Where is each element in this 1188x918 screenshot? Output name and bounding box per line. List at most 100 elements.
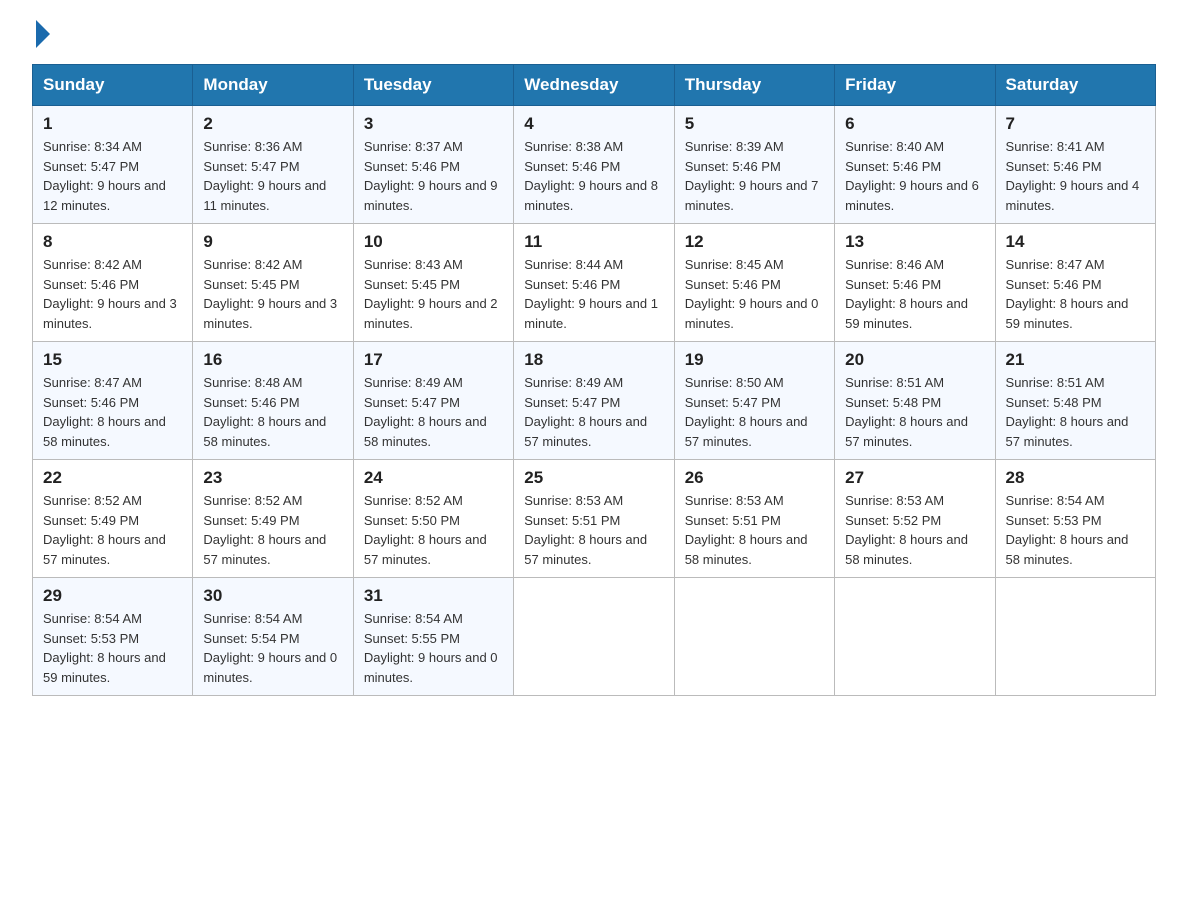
calendar-cell: 20 Sunrise: 8:51 AMSunset: 5:48 PMDaylig… (835, 342, 995, 460)
day-number: 14 (1006, 232, 1145, 252)
calendar-cell: 24 Sunrise: 8:52 AMSunset: 5:50 PMDaylig… (353, 460, 513, 578)
day-info: Sunrise: 8:50 AMSunset: 5:47 PMDaylight:… (685, 375, 808, 449)
day-info: Sunrise: 8:40 AMSunset: 5:46 PMDaylight:… (845, 139, 979, 213)
day-number: 15 (43, 350, 182, 370)
calendar-cell: 30 Sunrise: 8:54 AMSunset: 5:54 PMDaylig… (193, 578, 353, 696)
day-number: 17 (364, 350, 503, 370)
day-info: Sunrise: 8:51 AMSunset: 5:48 PMDaylight:… (1006, 375, 1129, 449)
day-number: 20 (845, 350, 984, 370)
calendar-cell: 3 Sunrise: 8:37 AMSunset: 5:46 PMDayligh… (353, 106, 513, 224)
day-info: Sunrise: 8:36 AMSunset: 5:47 PMDaylight:… (203, 139, 326, 213)
calendar-cell: 14 Sunrise: 8:47 AMSunset: 5:46 PMDaylig… (995, 224, 1155, 342)
day-info: Sunrise: 8:42 AMSunset: 5:45 PMDaylight:… (203, 257, 337, 331)
calendar-cell: 31 Sunrise: 8:54 AMSunset: 5:55 PMDaylig… (353, 578, 513, 696)
day-number: 19 (685, 350, 824, 370)
day-info: Sunrise: 8:52 AMSunset: 5:50 PMDaylight:… (364, 493, 487, 567)
day-number: 1 (43, 114, 182, 134)
day-number: 8 (43, 232, 182, 252)
calendar-cell: 13 Sunrise: 8:46 AMSunset: 5:46 PMDaylig… (835, 224, 995, 342)
day-info: Sunrise: 8:53 AMSunset: 5:52 PMDaylight:… (845, 493, 968, 567)
calendar-cell: 11 Sunrise: 8:44 AMSunset: 5:46 PMDaylig… (514, 224, 674, 342)
day-info: Sunrise: 8:47 AMSunset: 5:46 PMDaylight:… (1006, 257, 1129, 331)
calendar-cell: 16 Sunrise: 8:48 AMSunset: 5:46 PMDaylig… (193, 342, 353, 460)
logo (32, 24, 50, 48)
calendar-header-sunday: Sunday (33, 65, 193, 106)
calendar-table: SundayMondayTuesdayWednesdayThursdayFrid… (32, 64, 1156, 696)
calendar-header-row: SundayMondayTuesdayWednesdayThursdayFrid… (33, 65, 1156, 106)
calendar-cell (514, 578, 674, 696)
calendar-header-saturday: Saturday (995, 65, 1155, 106)
day-info: Sunrise: 8:54 AMSunset: 5:54 PMDaylight:… (203, 611, 337, 685)
day-info: Sunrise: 8:46 AMSunset: 5:46 PMDaylight:… (845, 257, 968, 331)
calendar-cell: 21 Sunrise: 8:51 AMSunset: 5:48 PMDaylig… (995, 342, 1155, 460)
calendar-week-row: 15 Sunrise: 8:47 AMSunset: 5:46 PMDaylig… (33, 342, 1156, 460)
calendar-cell: 5 Sunrise: 8:39 AMSunset: 5:46 PMDayligh… (674, 106, 834, 224)
calendar-cell: 8 Sunrise: 8:42 AMSunset: 5:46 PMDayligh… (33, 224, 193, 342)
day-info: Sunrise: 8:37 AMSunset: 5:46 PMDaylight:… (364, 139, 498, 213)
day-info: Sunrise: 8:51 AMSunset: 5:48 PMDaylight:… (845, 375, 968, 449)
day-info: Sunrise: 8:54 AMSunset: 5:55 PMDaylight:… (364, 611, 498, 685)
calendar-cell: 19 Sunrise: 8:50 AMSunset: 5:47 PMDaylig… (674, 342, 834, 460)
day-number: 22 (43, 468, 182, 488)
calendar-cell: 17 Sunrise: 8:49 AMSunset: 5:47 PMDaylig… (353, 342, 513, 460)
day-number: 24 (364, 468, 503, 488)
day-info: Sunrise: 8:34 AMSunset: 5:47 PMDaylight:… (43, 139, 166, 213)
day-info: Sunrise: 8:53 AMSunset: 5:51 PMDaylight:… (524, 493, 647, 567)
day-number: 31 (364, 586, 503, 606)
calendar-cell (674, 578, 834, 696)
calendar-header-friday: Friday (835, 65, 995, 106)
calendar-cell: 1 Sunrise: 8:34 AMSunset: 5:47 PMDayligh… (33, 106, 193, 224)
day-info: Sunrise: 8:49 AMSunset: 5:47 PMDaylight:… (364, 375, 487, 449)
calendar-week-row: 8 Sunrise: 8:42 AMSunset: 5:46 PMDayligh… (33, 224, 1156, 342)
day-number: 3 (364, 114, 503, 134)
day-number: 30 (203, 586, 342, 606)
day-info: Sunrise: 8:42 AMSunset: 5:46 PMDaylight:… (43, 257, 177, 331)
day-number: 26 (685, 468, 824, 488)
calendar-cell: 25 Sunrise: 8:53 AMSunset: 5:51 PMDaylig… (514, 460, 674, 578)
day-info: Sunrise: 8:52 AMSunset: 5:49 PMDaylight:… (203, 493, 326, 567)
day-info: Sunrise: 8:49 AMSunset: 5:47 PMDaylight:… (524, 375, 647, 449)
day-info: Sunrise: 8:54 AMSunset: 5:53 PMDaylight:… (1006, 493, 1129, 567)
day-number: 23 (203, 468, 342, 488)
calendar-cell (995, 578, 1155, 696)
calendar-week-row: 22 Sunrise: 8:52 AMSunset: 5:49 PMDaylig… (33, 460, 1156, 578)
day-number: 7 (1006, 114, 1145, 134)
day-info: Sunrise: 8:47 AMSunset: 5:46 PMDaylight:… (43, 375, 166, 449)
day-number: 4 (524, 114, 663, 134)
calendar-cell: 9 Sunrise: 8:42 AMSunset: 5:45 PMDayligh… (193, 224, 353, 342)
calendar-cell: 15 Sunrise: 8:47 AMSunset: 5:46 PMDaylig… (33, 342, 193, 460)
calendar-cell: 6 Sunrise: 8:40 AMSunset: 5:46 PMDayligh… (835, 106, 995, 224)
calendar-cell: 18 Sunrise: 8:49 AMSunset: 5:47 PMDaylig… (514, 342, 674, 460)
calendar-cell (835, 578, 995, 696)
calendar-header-wednesday: Wednesday (514, 65, 674, 106)
calendar-cell: 23 Sunrise: 8:52 AMSunset: 5:49 PMDaylig… (193, 460, 353, 578)
day-info: Sunrise: 8:39 AMSunset: 5:46 PMDaylight:… (685, 139, 819, 213)
day-number: 16 (203, 350, 342, 370)
day-info: Sunrise: 8:38 AMSunset: 5:46 PMDaylight:… (524, 139, 658, 213)
calendar-header-thursday: Thursday (674, 65, 834, 106)
day-number: 21 (1006, 350, 1145, 370)
calendar-week-row: 29 Sunrise: 8:54 AMSunset: 5:53 PMDaylig… (33, 578, 1156, 696)
calendar-cell: 27 Sunrise: 8:53 AMSunset: 5:52 PMDaylig… (835, 460, 995, 578)
day-number: 18 (524, 350, 663, 370)
day-info: Sunrise: 8:54 AMSunset: 5:53 PMDaylight:… (43, 611, 166, 685)
day-info: Sunrise: 8:52 AMSunset: 5:49 PMDaylight:… (43, 493, 166, 567)
calendar-week-row: 1 Sunrise: 8:34 AMSunset: 5:47 PMDayligh… (33, 106, 1156, 224)
calendar-cell: 4 Sunrise: 8:38 AMSunset: 5:46 PMDayligh… (514, 106, 674, 224)
day-number: 2 (203, 114, 342, 134)
calendar-header-monday: Monday (193, 65, 353, 106)
day-number: 13 (845, 232, 984, 252)
calendar-cell: 7 Sunrise: 8:41 AMSunset: 5:46 PMDayligh… (995, 106, 1155, 224)
calendar-header-tuesday: Tuesday (353, 65, 513, 106)
calendar-cell: 10 Sunrise: 8:43 AMSunset: 5:45 PMDaylig… (353, 224, 513, 342)
page-header (32, 24, 1156, 48)
logo-triangle-icon (36, 20, 50, 48)
day-number: 5 (685, 114, 824, 134)
calendar-cell: 12 Sunrise: 8:45 AMSunset: 5:46 PMDaylig… (674, 224, 834, 342)
day-info: Sunrise: 8:45 AMSunset: 5:46 PMDaylight:… (685, 257, 819, 331)
day-info: Sunrise: 8:48 AMSunset: 5:46 PMDaylight:… (203, 375, 326, 449)
calendar-cell: 26 Sunrise: 8:53 AMSunset: 5:51 PMDaylig… (674, 460, 834, 578)
calendar-cell: 22 Sunrise: 8:52 AMSunset: 5:49 PMDaylig… (33, 460, 193, 578)
day-info: Sunrise: 8:53 AMSunset: 5:51 PMDaylight:… (685, 493, 808, 567)
day-number: 6 (845, 114, 984, 134)
